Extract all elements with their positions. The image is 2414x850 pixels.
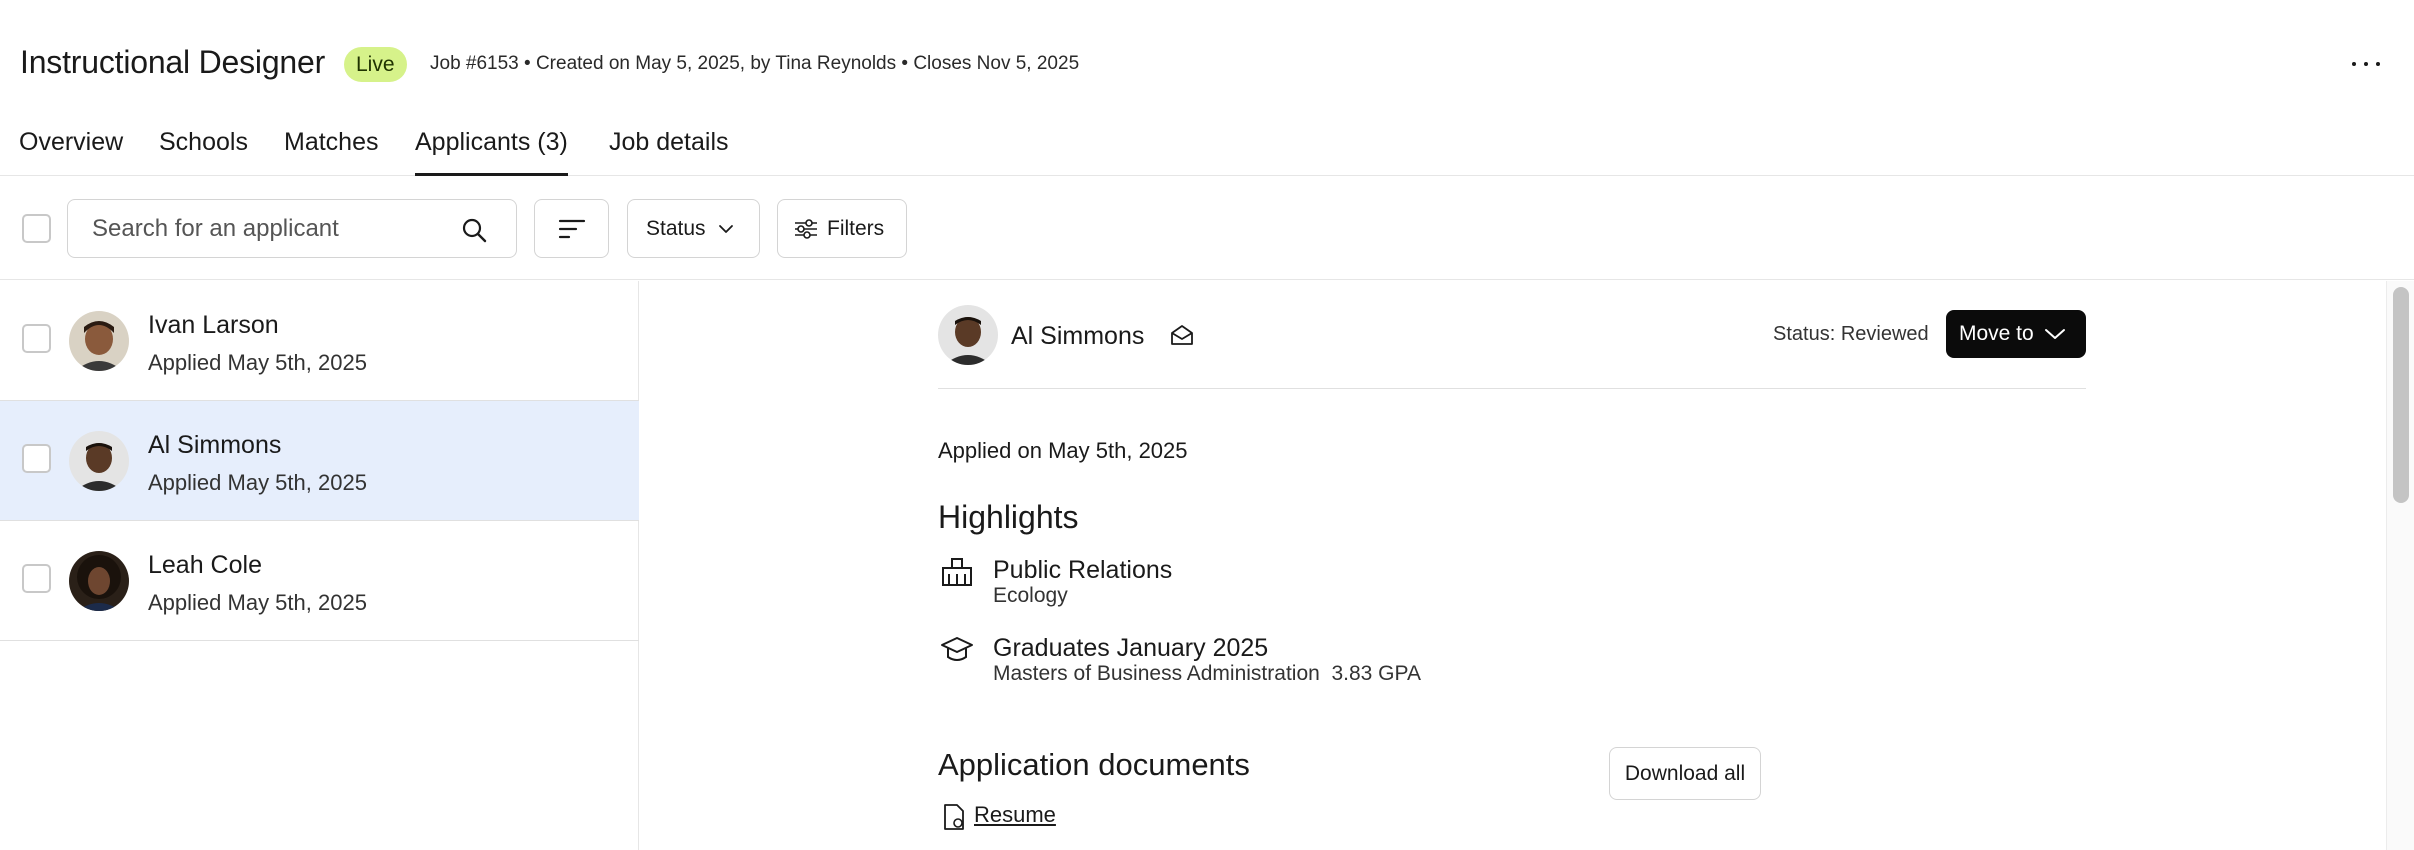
avatar — [69, 551, 129, 611]
avatar — [69, 431, 129, 491]
applicant-name: Al Simmons — [148, 431, 282, 459]
more-options-icon[interactable] — [2352, 52, 2380, 76]
sort-button[interactable] — [534, 199, 609, 258]
applicant-toolbar: Status Filters — [0, 177, 2414, 280]
tab-schools[interactable]: Schools — [159, 128, 248, 176]
graduation-cap-icon — [941, 637, 973, 661]
applicant-applied-date: Applied May 5th, 2025 — [148, 350, 367, 375]
applicant-checkbox[interactable] — [22, 564, 51, 593]
chevron-down-icon — [718, 224, 733, 233]
download-all-button[interactable]: Download all — [1609, 747, 1761, 800]
applicant-detail-name: Al Simmons — [1011, 322, 1145, 350]
tab-job-details[interactable]: Job details — [609, 128, 729, 176]
highlight-subtitle: Ecology — [993, 584, 1068, 607]
move-to-label: Move to — [1959, 322, 2034, 345]
applicant-name: Ivan Larson — [148, 311, 279, 339]
highlights-heading: Highlights — [938, 499, 1079, 535]
resume-link[interactable]: Resume — [974, 802, 1056, 828]
document-icon — [944, 804, 964, 830]
move-to-button[interactable]: Move to — [1946, 310, 2086, 358]
tab-applicants[interactable]: Applicants (3) — [415, 128, 568, 176]
page-header: Instructional Designer Live Job #6153 • … — [0, 0, 2414, 176]
applicant-name: Leah Cole — [148, 551, 262, 579]
search-icon[interactable] — [461, 217, 487, 243]
job-meta: Job #6153 • Created on May 5, 2025, by T… — [430, 53, 1080, 74]
applicant-list-item[interactable]: Ivan Larson Applied May 5th, 2025 — [0, 281, 639, 401]
applicant-list: Ivan Larson Applied May 5th, 2025 Al Sim… — [0, 281, 639, 850]
applicant-detail-panel: Al Simmons Status: Reviewed Move to Appl… — [640, 281, 2384, 850]
filters-button[interactable]: Filters — [777, 199, 907, 258]
applicant-list-item[interactable]: Leah Cole Applied May 5th, 2025 — [0, 521, 639, 641]
sort-icon — [558, 219, 585, 238]
divider — [938, 388, 2086, 389]
status-filter-label: Status — [646, 216, 706, 240]
avatar — [69, 311, 129, 371]
highlight-title: Graduates January 2025 — [993, 634, 1269, 662]
chevron-down-icon — [2044, 329, 2065, 339]
applicant-applied-date: Applied May 5th, 2025 — [148, 590, 367, 615]
search-input[interactable] — [92, 200, 452, 257]
highlight-subtitle: Masters of Business Administration 3.83 … — [993, 662, 1421, 685]
applicant-checkbox[interactable] — [22, 444, 51, 473]
application-documents-heading: Application documents — [938, 747, 1250, 782]
applicant-list-item[interactable]: Al Simmons Applied May 5th, 2025 — [0, 401, 639, 521]
applicant-status: Status: Reviewed — [1773, 323, 1929, 345]
select-all-checkbox[interactable] — [22, 214, 51, 243]
scrollbar[interactable] — [2386, 281, 2414, 850]
applicant-checkbox[interactable] — [22, 324, 51, 353]
job-title: Instructional Designer — [20, 44, 326, 80]
tab-matches[interactable]: Matches — [284, 128, 378, 176]
applied-on-date: Applied on May 5th, 2025 — [938, 438, 1188, 463]
sliders-icon — [795, 218, 817, 239]
organization-icon — [942, 558, 972, 586]
highlight-title: Public Relations — [993, 556, 1173, 584]
search-box — [67, 199, 517, 258]
mail-open-icon[interactable] — [1169, 322, 1195, 348]
applicant-applied-date: Applied May 5th, 2025 — [148, 470, 367, 495]
status-filter-dropdown[interactable]: Status — [627, 199, 760, 258]
scrollbar-thumb[interactable] — [2393, 287, 2409, 503]
tab-overview[interactable]: Overview — [19, 128, 123, 176]
status-badge: Live — [344, 47, 407, 82]
avatar — [938, 305, 998, 365]
filters-label: Filters — [827, 216, 885, 240]
